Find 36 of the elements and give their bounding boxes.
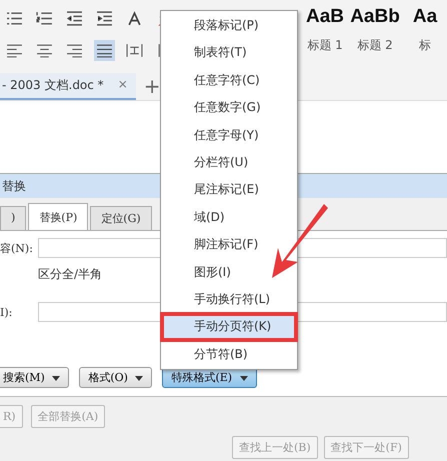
dialog-tab[interactable]: ) (0, 206, 26, 230)
caret-icon (52, 376, 60, 381)
dialog-tab[interactable]: 定位(G) (90, 206, 152, 230)
style-label: 标 (419, 37, 431, 54)
menu-item[interactable]: 分栏符(U) (161, 148, 297, 176)
menu-item[interactable]: 分节符(B) (161, 340, 297, 368)
close-icon[interactable]: × (118, 76, 128, 94)
replace-label: I): (0, 306, 14, 318)
menu-item[interactable]: 任意字符(C) (161, 66, 297, 94)
style-sample[interactable]: Aa (412, 6, 438, 28)
menu-item[interactable]: 域(D) (161, 204, 297, 232)
menu-item[interactable]: 段落标记(P) (161, 12, 297, 40)
option-label: 区分全/半角 (38, 266, 102, 282)
style-label: 标题 2 (357, 37, 393, 54)
justify-icon[interactable] (94, 40, 115, 60)
style-sample[interactable]: AaBb (350, 6, 400, 28)
document-tab[interactable]: - 2003 文档.doc * × (0, 72, 136, 100)
find-label: 容(N): (0, 240, 34, 256)
style-label: 标题 1 (307, 37, 343, 54)
style-sample[interactable]: AaB (306, 6, 344, 28)
dropdown-button[interactable]: 格式(O) (79, 367, 152, 388)
menu-item[interactable]: 手动换行符(L) (161, 286, 297, 314)
menu-item[interactable]: 手动分页符(K) (161, 313, 297, 341)
document-title: - 2003 文档.doc * (2, 76, 104, 94)
menu-item[interactable]: 图形(I) (161, 258, 297, 286)
caret-icon (240, 376, 248, 381)
menu-item[interactable]: 任意字母(Y) (161, 122, 297, 149)
dialog-tab[interactable]: 替换(P) (28, 203, 88, 230)
dropdown-button[interactable]: 搜索(M) (0, 367, 70, 388)
dialog-title: 替换 (2, 178, 26, 194)
menu-item[interactable]: 任意数字(G) (161, 94, 297, 122)
new-tab-button[interactable]: + (144, 74, 161, 98)
menu-item[interactable]: 脚注标记(F) (161, 231, 297, 259)
menu-item[interactable]: 尾注标记(E) (161, 176, 297, 204)
menu-item[interactable]: 制表符(T) (161, 39, 297, 67)
caret-icon (135, 376, 144, 381)
